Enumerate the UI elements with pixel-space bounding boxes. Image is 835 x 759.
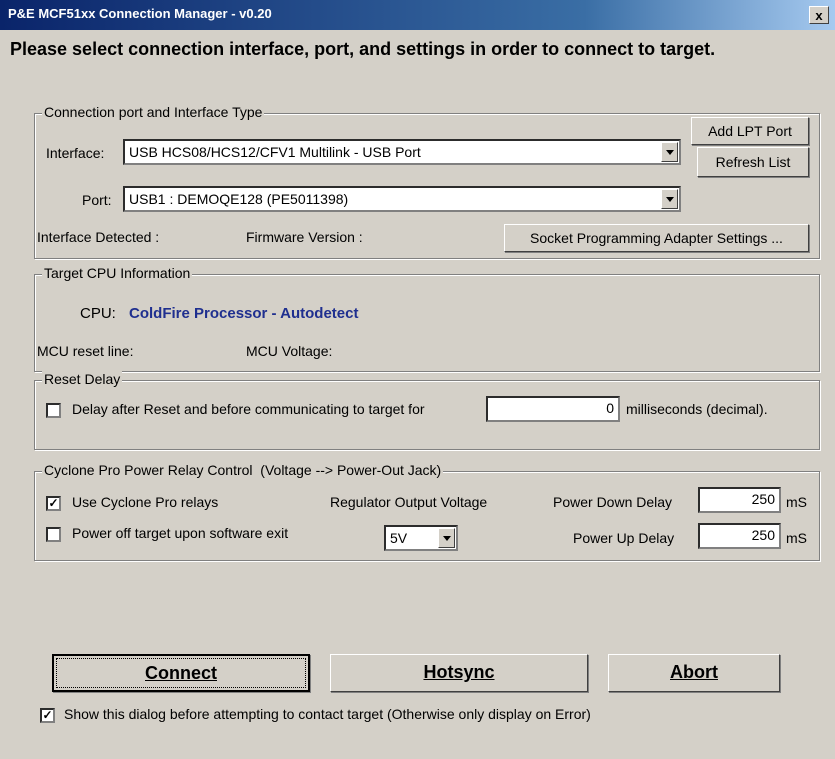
show-dialog-checkbox[interactable]: ✓ [40, 708, 55, 723]
abort-button[interactable]: Abort [608, 654, 780, 692]
power-off-checkbox[interactable] [46, 527, 61, 542]
reset-delay-legend: Reset Delay [42, 371, 123, 387]
power-up-unit: mS [786, 530, 807, 546]
add-lpt-port-button[interactable]: Add LPT Port [691, 117, 809, 145]
port-value: USB1 : DEMOQE128 (PE5011398) [129, 191, 349, 207]
power-down-delay-input[interactable]: 250 [698, 487, 781, 513]
use-relays-label: Use Cyclone Pro relays [72, 494, 219, 510]
cpu-group [34, 274, 820, 372]
close-button[interactable]: x [809, 6, 829, 24]
hotsync-button[interactable]: Hotsync [330, 654, 588, 692]
delay-input[interactable]: 0 [486, 396, 620, 422]
voltage-value: 5V [390, 530, 408, 546]
refresh-list-button[interactable]: Refresh List [697, 147, 809, 177]
chevron-down-icon[interactable] [661, 189, 678, 209]
cpu-label: CPU: [80, 305, 116, 322]
window-title: P&E MCF51xx Connection Manager - v0.20 [8, 6, 272, 21]
chevron-down-icon[interactable] [661, 142, 678, 162]
power-down-unit: mS [786, 494, 807, 510]
connection-legend: Connection port and Interface Type [42, 104, 265, 120]
interface-select[interactable]: USB HCS08/HCS12/CFV1 Multilink - USB Por… [123, 139, 681, 165]
instruction-text: Please select connection interface, port… [10, 39, 716, 59]
cpu-legend: Target CPU Information [42, 265, 193, 281]
connect-label: Connect [145, 663, 217, 683]
interface-label: Interface: [46, 145, 105, 161]
power-down-delay-label: Power Down Delay [553, 494, 673, 510]
voltage-select[interactable]: 5V [384, 525, 458, 551]
interface-detected-label: Interface Detected : [37, 229, 160, 245]
interface-value: USB HCS08/HCS12/CFV1 Multilink - USB Por… [129, 144, 421, 160]
use-relays-checkbox[interactable]: ✓ [46, 496, 61, 511]
power-up-delay-input[interactable]: 250 [698, 523, 781, 549]
port-select[interactable]: USB1 : DEMOQE128 (PE5011398) [123, 186, 681, 212]
regulator-voltage-label: Regulator Output Voltage [330, 494, 488, 510]
title-bar[interactable]: P&E MCF51xx Connection Manager - v0.20 x [0, 0, 835, 30]
socket-adapter-settings-button[interactable]: Socket Programming Adapter Settings ... [504, 224, 809, 252]
chevron-down-icon[interactable] [438, 528, 455, 548]
delay-unit-label: milliseconds (decimal). [626, 401, 768, 417]
power-relay-legend: Cyclone Pro Power Relay Control (Voltage… [42, 462, 444, 478]
delay-checkbox-label: Delay after Reset and before communicati… [72, 401, 425, 417]
show-dialog-label: Show this dialog before attempting to co… [64, 706, 591, 722]
hotsync-label: Hotsync [423, 662, 495, 682]
power-up-delay-label: Power Up Delay [573, 530, 675, 546]
mcu-reset-line-label: MCU reset line: [37, 343, 134, 359]
port-label: Port: [82, 192, 112, 208]
delay-checkbox[interactable] [46, 403, 61, 418]
mcu-voltage-label: MCU Voltage: [246, 343, 333, 359]
power-off-label: Power off target upon software exit [72, 525, 289, 541]
cpu-value: ColdFire Processor - Autodetect [129, 305, 359, 322]
connect-button[interactable]: Connect [52, 654, 310, 692]
firmware-version-label: Firmware Version : [246, 229, 363, 245]
abort-label: Abort [670, 662, 718, 682]
